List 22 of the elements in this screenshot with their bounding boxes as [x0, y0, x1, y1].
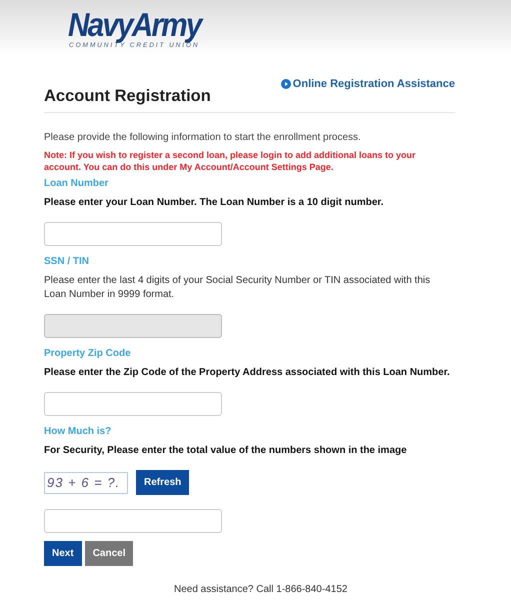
footer-text: Need assistance? Call 1-866-840-4152	[173, 584, 348, 595]
instruction-text: Please enter the last 4 digits of your Social Security Number or TIN associated with this Loan Number in 9999 format.	[44, 274, 432, 302]
section-heading: Property Zip Code	[44, 348, 132, 359]
page-title: Account Registration	[44, 87, 211, 106]
section-heading: SSN / TIN	[44, 256, 90, 267]
section-heading: Loan Number	[44, 178, 110, 189]
refresh-button[interactable]: Refresh	[136, 470, 190, 495]
instruction-text: Please enter the Zip Code of the Property Address associated with this Loan Number.	[44, 366, 451, 380]
input-field[interactable]	[44, 392, 222, 416]
cancel-button[interactable]: Cancel	[84, 541, 134, 566]
instruction-text: Please enter your Loan Number. The Loan Number is a 10 digit number.	[44, 196, 385, 210]
note-text: Note: If you wish to register a second loan, please login to add additional loans to your account. You can do this under My Account/Account Settings Page.	[44, 149, 417, 173]
logo-wordmark: NavyArmy	[68, 8, 201, 42]
next-button[interactable]: Next	[44, 541, 82, 566]
play-icon	[280, 79, 291, 89]
help-link[interactable]: Online Registration Assistance	[280, 78, 455, 90]
instruction-text: For Security, Please enter the total value of the numbers shown in the image	[44, 444, 408, 458]
intro-text: Please provide the following information to start the enrollment process.	[44, 132, 362, 143]
input-field[interactable]	[44, 222, 222, 246]
input-field[interactable]	[44, 509, 222, 533]
captcha-image: 93 + 6 = ?.	[44, 472, 128, 494]
section-heading: How Much is?	[44, 426, 112, 437]
